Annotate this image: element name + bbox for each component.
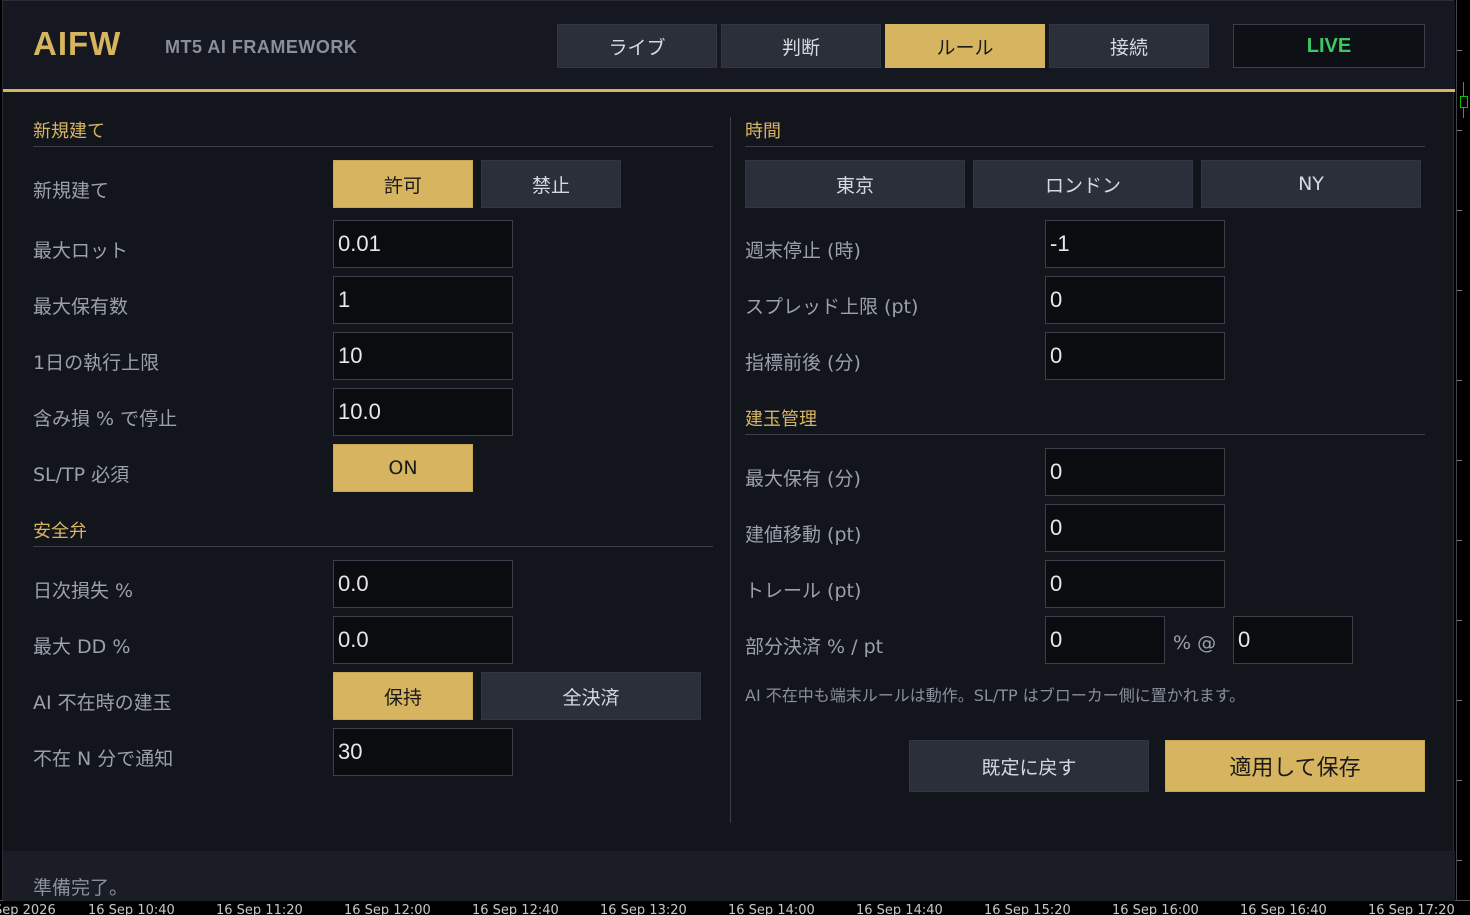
partial-close-label: 部分決済 % / pt [745,636,884,658]
time-label: 16 Sep 14:40 [856,903,943,915]
daily-loss-input[interactable]: 0.0 [333,560,513,608]
max-lot-input[interactable]: 0.01 [333,220,513,268]
spread-limit-input[interactable]: 0 [1045,276,1225,324]
time-label: 16 Sep 16:00 [1112,903,1199,915]
absent-notify-label: 不在 N 分で通知 [33,748,174,770]
time-axis: Sep 2026 16 Sep 10:40 16 Sep 11:20 16 Se… [0,900,1470,915]
trail-input[interactable]: 0 [1045,560,1225,608]
apply-save-button[interactable]: 適用して保存 [1165,740,1425,792]
section-divider [33,146,713,147]
header: AIFW MT5 AI FRAMEWORK ライブ 判断 ルール 接続 LIVE [3,1,1455,91]
max-lot-label: 最大ロット [33,240,129,262]
session-ny-button[interactable]: NY [1201,160,1421,208]
section-title-time: 時間 [745,121,781,142]
tab-rules[interactable]: ルール [885,24,1045,68]
time-label: 16 Sep 12:00 [344,903,431,915]
section-title-safety: 安全弁 [33,521,87,542]
absent-notify-input[interactable]: 30 [333,728,513,776]
daily-exec-limit-label: 1日の執行上限 [33,352,160,374]
price-scale [1456,0,1470,900]
weekend-stop-input[interactable]: -1 [1045,220,1225,268]
candle [1460,82,1468,118]
session-london-button[interactable]: ロンドン [973,160,1193,208]
header-divider [3,89,1455,92]
max-hold-input[interactable]: 0 [1045,448,1225,496]
close-all-button[interactable]: 全決済 [481,672,701,720]
hold-button[interactable]: 保持 [333,672,473,720]
status-bar: 準備完了。 [3,851,1455,901]
app-subtitle: MT5 AI FRAMEWORK [165,37,358,57]
session-tokyo-button[interactable]: 東京 [745,160,965,208]
weekend-stop-label: 週末停止 (時) [745,240,861,262]
time-label: 16 Sep 12:40 [472,903,559,915]
reset-defaults-button[interactable]: 既定に戻す [909,740,1149,792]
partial-close-pt-input[interactable]: 0 [1233,616,1353,664]
daily-loss-label: 日次損失 % [33,580,134,602]
app-logo: AIFW [33,25,122,62]
spread-limit-label: スプレッド上限 (pt) [745,296,919,318]
new-entry-label: 新規建て [33,180,110,202]
partial-close-separator: % @ [1173,632,1217,654]
live-status-badge: LIVE [1233,24,1425,68]
ai-absent-label: AI 不在時の建玉 [33,692,172,714]
max-dd-input[interactable]: 0.0 [333,616,513,664]
section-divider [33,546,713,547]
breakeven-input[interactable]: 0 [1045,504,1225,552]
floating-loss-stop-input[interactable]: 10.0 [333,388,513,436]
max-dd-label: 最大 DD % [33,636,131,658]
forbid-button[interactable]: 禁止 [481,160,621,208]
indicator-window-input[interactable]: 0 [1045,332,1225,380]
floating-loss-stop-label: 含み損 % で停止 [33,408,178,430]
section-divider [745,434,1425,435]
column-divider [730,117,731,823]
breakeven-label: 建値移動 (pt) [745,524,862,546]
tab-connection[interactable]: 接続 [1049,24,1209,68]
time-label: 16 Sep 14:00 [728,903,815,915]
time-label: 16 Sep 17:20 [1368,903,1455,915]
time-label: 16 Sep 10:40 [88,903,175,915]
section-title-position: 建玉管理 [745,409,817,430]
sltp-required-label: SL/TP 必須 [33,464,130,486]
trail-label: トレール (pt) [745,580,862,602]
indicator-window-label: 指標前後 (分) [745,352,861,374]
info-note: AI 不在中も端末ルールは動作。SL/TP はブローカー側に置かれます。 [745,686,1246,705]
tab-decision[interactable]: 判断 [721,24,881,68]
rules-panel: AIFW MT5 AI FRAMEWORK ライブ 判断 ルール 接続 LIVE… [2,0,1455,901]
time-label: 16 Sep 13:20 [600,903,687,915]
tab-live[interactable]: ライブ [557,24,717,68]
time-label: 16 Sep 11:20 [216,903,303,915]
allow-button[interactable]: 許可 [333,160,473,208]
time-label: Sep 2026 [0,903,56,915]
max-hold-label: 最大保有 (分) [745,468,861,490]
section-title-new-entry: 新規建て [33,121,105,142]
time-label: 16 Sep 15:20 [984,903,1071,915]
sltp-required-toggle[interactable]: ON [333,444,473,492]
max-positions-input[interactable]: 1 [333,276,513,324]
partial-close-pct-input[interactable]: 0 [1045,616,1165,664]
section-divider [745,146,1425,147]
status-text: 準備完了。 [33,877,129,899]
daily-exec-limit-input[interactable]: 10 [333,332,513,380]
max-positions-label: 最大保有数 [33,296,129,318]
time-label: 16 Sep 16:40 [1240,903,1327,915]
